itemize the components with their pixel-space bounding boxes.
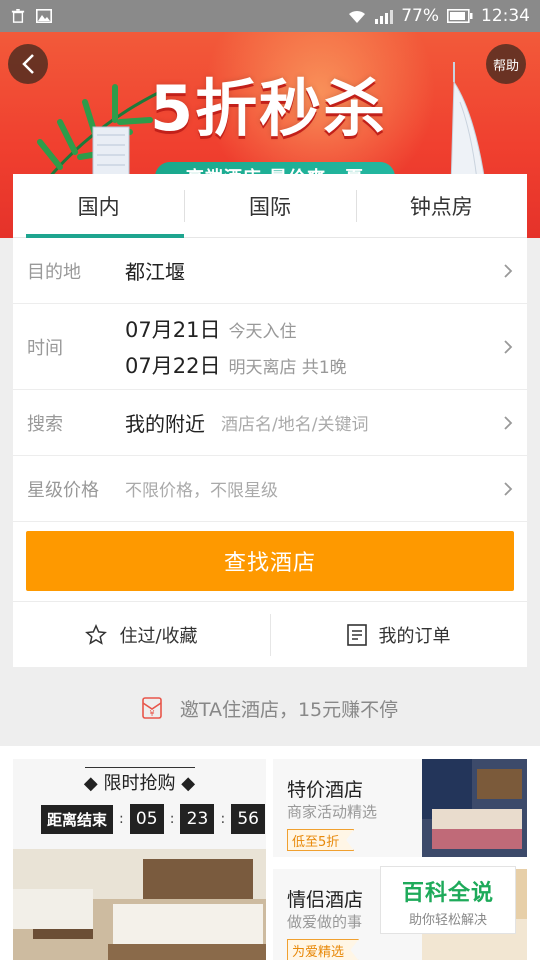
search-row[interactable]: 搜索 我的附近 酒店名/地名/关键词 bbox=[13, 390, 527, 456]
quick-links: 住过/收藏 我的订单 bbox=[13, 601, 527, 667]
date-row[interactable]: 时间 07月21日 今天入住 07月22日 明天离店 共1晚 bbox=[13, 304, 527, 390]
flash-sale-title-wrap: ◆ 限时抢购 ◆ bbox=[83, 773, 196, 794]
star-price-row[interactable]: 星级价格 不限价格，不限星级 bbox=[13, 456, 527, 522]
my-orders-label: 我的订单 bbox=[378, 625, 451, 647]
battery-icon bbox=[447, 9, 473, 23]
hotel-room-thumbnail bbox=[422, 759, 527, 857]
chevron-right-icon bbox=[504, 263, 513, 278]
time-label: 时间 bbox=[27, 337, 63, 359]
deal-desc: 做爱做的事 bbox=[287, 913, 363, 931]
destination-label: 目的地 bbox=[27, 261, 81, 283]
chevron-right-icon bbox=[504, 415, 513, 430]
divider bbox=[85, 767, 195, 768]
star-icon bbox=[85, 623, 108, 645]
svg-text:¥: ¥ bbox=[149, 709, 154, 718]
deal-tag: 低至5折 bbox=[287, 829, 355, 851]
trash-icon bbox=[11, 9, 25, 23]
countdown-seconds: 56 bbox=[231, 804, 266, 834]
watermark-subtitle: 助你轻松解决 bbox=[408, 913, 487, 928]
status-bar: 77% 12:34 bbox=[0, 0, 540, 32]
countdown-label: 距离结束 bbox=[41, 804, 114, 834]
deal-title: 特价酒店 bbox=[287, 779, 364, 801]
my-orders-link[interactable]: 我的订单 bbox=[270, 602, 527, 667]
clock: 12:34 bbox=[481, 6, 530, 26]
favorites-link[interactable]: 住过/收藏 bbox=[13, 602, 270, 667]
hotel-room-photo bbox=[13, 849, 266, 960]
back-button[interactable] bbox=[8, 44, 48, 84]
tab-domestic[interactable]: 国内 bbox=[13, 174, 185, 238]
tab-international[interactable]: 国际 bbox=[184, 174, 355, 237]
deal-tag: 为爱精选 bbox=[287, 939, 360, 960]
battery-percent: 77% bbox=[401, 6, 439, 26]
help-button[interactable]: 帮助 bbox=[486, 44, 526, 84]
tab-label: 国际 bbox=[248, 194, 291, 219]
wifi-icon bbox=[349, 10, 366, 23]
checkin-date: 07月21日 bbox=[125, 317, 221, 342]
deal-desc: 商家活动精选 bbox=[287, 803, 378, 821]
star-price-value: 不限价格，不限星级 bbox=[125, 481, 278, 501]
signal-icon bbox=[375, 9, 394, 24]
search-location-value: 我的附近 bbox=[125, 412, 205, 436]
destination-row[interactable]: 目的地 都江堰 bbox=[13, 238, 527, 304]
watermark-logo: 百科全说 助你轻松解决 bbox=[380, 866, 516, 934]
invite-text: 邀TA住酒店，15元赚不停 bbox=[179, 698, 399, 721]
red-envelope-icon: ¥ bbox=[142, 697, 162, 719]
search-label: 搜索 bbox=[27, 413, 63, 435]
find-hotel-button[interactable]: 查找酒店 bbox=[26, 531, 514, 591]
countdown-hours: 05 bbox=[129, 804, 164, 834]
watermark-title: 百科全说 bbox=[401, 881, 494, 906]
flash-sale-card[interactable]: ◆ 限时抢购 ◆ 距离结束 : 05 : 23 : 56 bbox=[13, 759, 266, 960]
banner-title: 5折秒杀 bbox=[150, 72, 388, 145]
hotel-search-card: 国内 国际 钟点房 目的地 都江堰 时间 07月21日 今天入住 07月22日 … bbox=[13, 174, 527, 667]
favorites-label: 住过/收藏 bbox=[119, 625, 198, 647]
chevron-left-icon bbox=[22, 54, 34, 74]
countdown-minutes: 23 bbox=[180, 804, 215, 834]
image-icon bbox=[36, 9, 52, 23]
invite-banner[interactable]: ¥ 邀TA住酒店，15元赚不停 bbox=[0, 680, 540, 736]
search-keyword-placeholder[interactable]: 酒店名/地名/关键词 bbox=[221, 410, 368, 435]
checkin-note: 今天入住 bbox=[228, 321, 297, 342]
tab-hourly-room[interactable]: 钟点房 bbox=[355, 174, 527, 237]
destination-value: 都江堰 bbox=[125, 260, 185, 284]
checkout-date: 07月22日 bbox=[125, 353, 221, 378]
tab-label: 国内 bbox=[77, 194, 120, 219]
tab-label: 钟点房 bbox=[409, 194, 473, 219]
region-tabs: 国内 国际 钟点房 bbox=[13, 174, 527, 238]
special-hotel-card[interactable]: 特价酒店 商家活动精选 低至5折 bbox=[273, 759, 527, 857]
checkout-note: 明天离店 共1晚 bbox=[228, 357, 347, 378]
deal-title: 情侣酒店 bbox=[287, 889, 364, 911]
star-price-label: 星级价格 bbox=[27, 479, 99, 501]
chevron-right-icon bbox=[504, 339, 513, 354]
order-list-icon bbox=[346, 623, 367, 646]
chevron-right-icon bbox=[504, 481, 513, 496]
countdown: 距离结束 : 05 : 23 : 56 bbox=[41, 804, 266, 834]
flash-sale-title: 限时抢购 bbox=[103, 773, 176, 794]
